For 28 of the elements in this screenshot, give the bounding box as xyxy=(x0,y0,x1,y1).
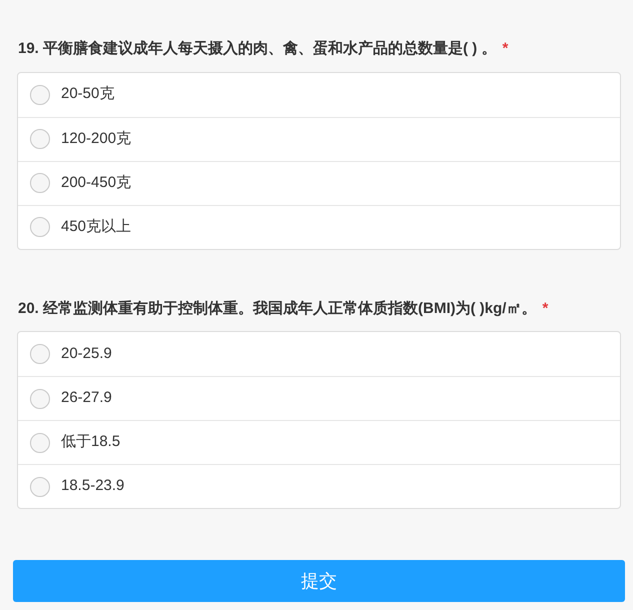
option-row[interactable]: 26-27.9 xyxy=(18,376,620,420)
option-label: 20-50克 xyxy=(61,84,114,104)
option-row[interactable]: 120-200克 xyxy=(18,116,620,160)
option-label: 200-450克 xyxy=(61,172,132,193)
option-row[interactable]: 18.5-23.9 xyxy=(18,464,620,508)
radio-button[interactable] xyxy=(30,129,50,149)
option-row[interactable]: 20-50克 xyxy=(18,72,620,116)
option-row[interactable]: 450克以上 xyxy=(18,204,620,248)
radio-button[interactable] xyxy=(30,476,50,496)
option-row[interactable]: 低于18.5 xyxy=(18,420,620,464)
option-label: 450克以上 xyxy=(61,216,132,237)
option-label: 20-25.9 xyxy=(61,344,112,364)
option-label: 18.5-23.9 xyxy=(61,476,124,496)
required-mark: * xyxy=(502,39,508,59)
radio-button[interactable] xyxy=(30,388,50,408)
question-title: 20. 经常监测体重有助于控制体重。我国成年人正常体质指数(BMI)为( )kg/㎡。 xyxy=(18,298,536,318)
option-label: 低于18.5 xyxy=(61,432,120,452)
radio-button[interactable] xyxy=(30,173,50,193)
option-label: 26-27.9 xyxy=(61,388,112,408)
radio-button[interactable] xyxy=(30,432,50,452)
option-row[interactable]: 200-450克 xyxy=(18,160,620,204)
option-label: 120-200克 xyxy=(61,128,132,149)
question-title: 19. 平衡膳食建议成年人每天摄入的肉、禽、蛋和水产品的总数量是( ) 。 xyxy=(18,38,496,59)
option-row[interactable]: 20-25.9 xyxy=(18,332,620,376)
radio-button[interactable] xyxy=(30,84,50,104)
required-mark: * xyxy=(542,298,548,318)
radio-button[interactable] xyxy=(30,217,50,237)
radio-button[interactable] xyxy=(30,344,50,364)
